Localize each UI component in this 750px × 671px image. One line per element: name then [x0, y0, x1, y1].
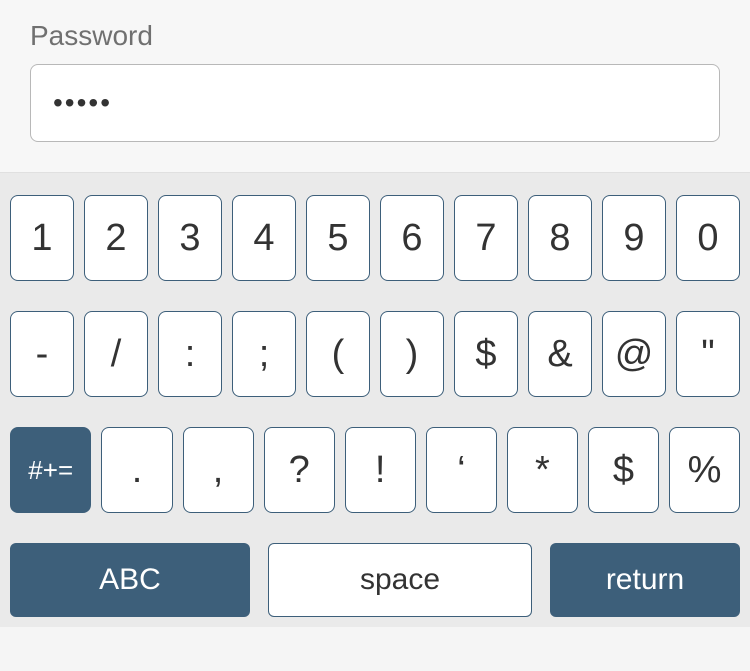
key-asterisk[interactable]: * [507, 427, 578, 513]
key-quote[interactable]: " [676, 311, 740, 397]
key-abc-modifier[interactable]: ABC [10, 543, 250, 617]
key-dollar-2[interactable]: $ [588, 427, 659, 513]
key-ampersand[interactable]: & [528, 311, 592, 397]
key-percent[interactable]: % [669, 427, 740, 513]
key-0[interactable]: 0 [676, 195, 740, 281]
key-symbols-modifier[interactable]: #+= [10, 427, 91, 513]
password-form-area: Password ••••• [0, 0, 750, 173]
key-apostrophe[interactable]: ‘ [426, 427, 497, 513]
keyboard-row-2: - / : ; ( ) $ & @ " [10, 311, 740, 397]
key-close-paren[interactable]: ) [380, 311, 444, 397]
key-at[interactable]: @ [602, 311, 666, 397]
key-7[interactable]: 7 [454, 195, 518, 281]
password-label: Password [30, 20, 720, 52]
key-question[interactable]: ? [264, 427, 335, 513]
key-slash[interactable]: / [84, 311, 148, 397]
key-colon[interactable]: : [158, 311, 222, 397]
key-semicolon[interactable]: ; [232, 311, 296, 397]
key-comma[interactable]: , [183, 427, 254, 513]
key-period[interactable]: . [101, 427, 172, 513]
key-dollar[interactable]: $ [454, 311, 518, 397]
key-3[interactable]: 3 [158, 195, 222, 281]
key-space[interactable]: space [268, 543, 532, 617]
key-4[interactable]: 4 [232, 195, 296, 281]
key-1[interactable]: 1 [10, 195, 74, 281]
key-exclaim[interactable]: ! [345, 427, 416, 513]
keyboard-row-4: ABC space return [10, 543, 740, 617]
key-6[interactable]: 6 [380, 195, 444, 281]
keyboard-row-1: 1 2 3 4 5 6 7 8 9 0 [10, 195, 740, 281]
key-5[interactable]: 5 [306, 195, 370, 281]
key-8[interactable]: 8 [528, 195, 592, 281]
key-return[interactable]: return [550, 543, 740, 617]
key-2[interactable]: 2 [84, 195, 148, 281]
key-9[interactable]: 9 [602, 195, 666, 281]
key-dash[interactable]: - [10, 311, 74, 397]
password-input[interactable]: ••••• [30, 64, 720, 142]
password-masked-value: ••••• [53, 89, 112, 117]
key-open-paren[interactable]: ( [306, 311, 370, 397]
virtual-keyboard: 1 2 3 4 5 6 7 8 9 0 - / : ; ( ) $ & @ " … [0, 173, 750, 627]
keyboard-row-3: #+= . , ? ! ‘ * $ % [10, 427, 740, 513]
